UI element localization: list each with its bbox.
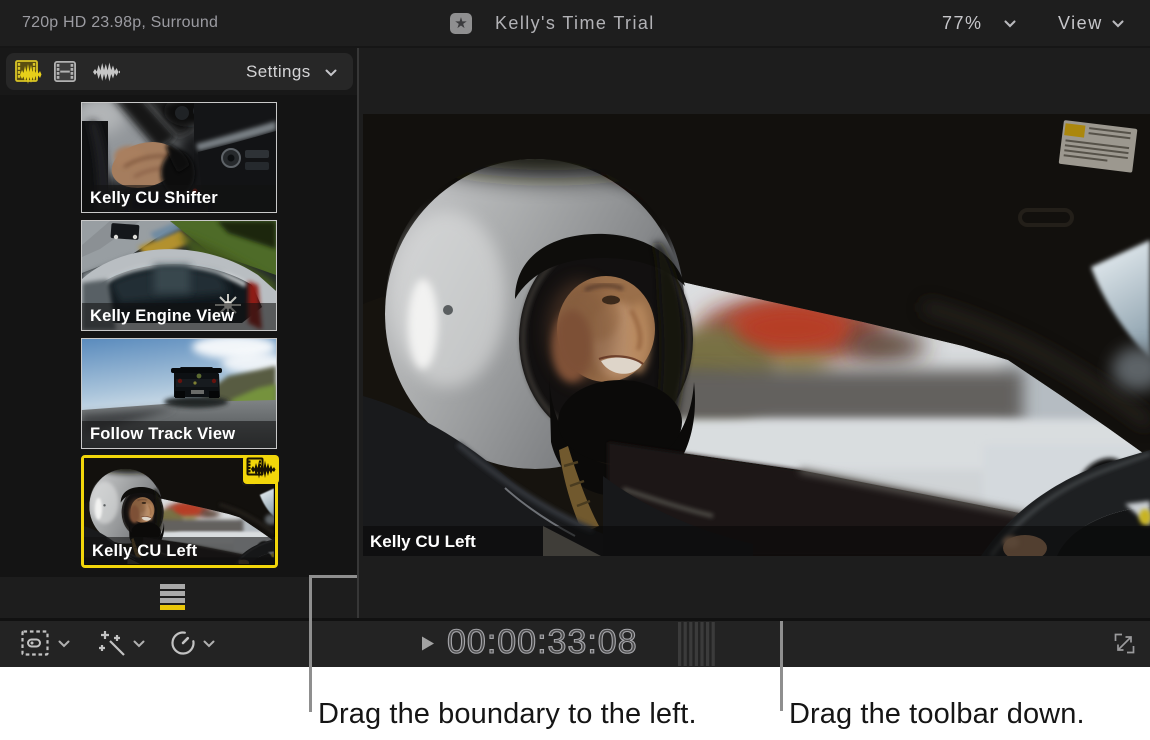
svg-text:Kelly CU Left: Kelly CU Left <box>370 532 476 551</box>
